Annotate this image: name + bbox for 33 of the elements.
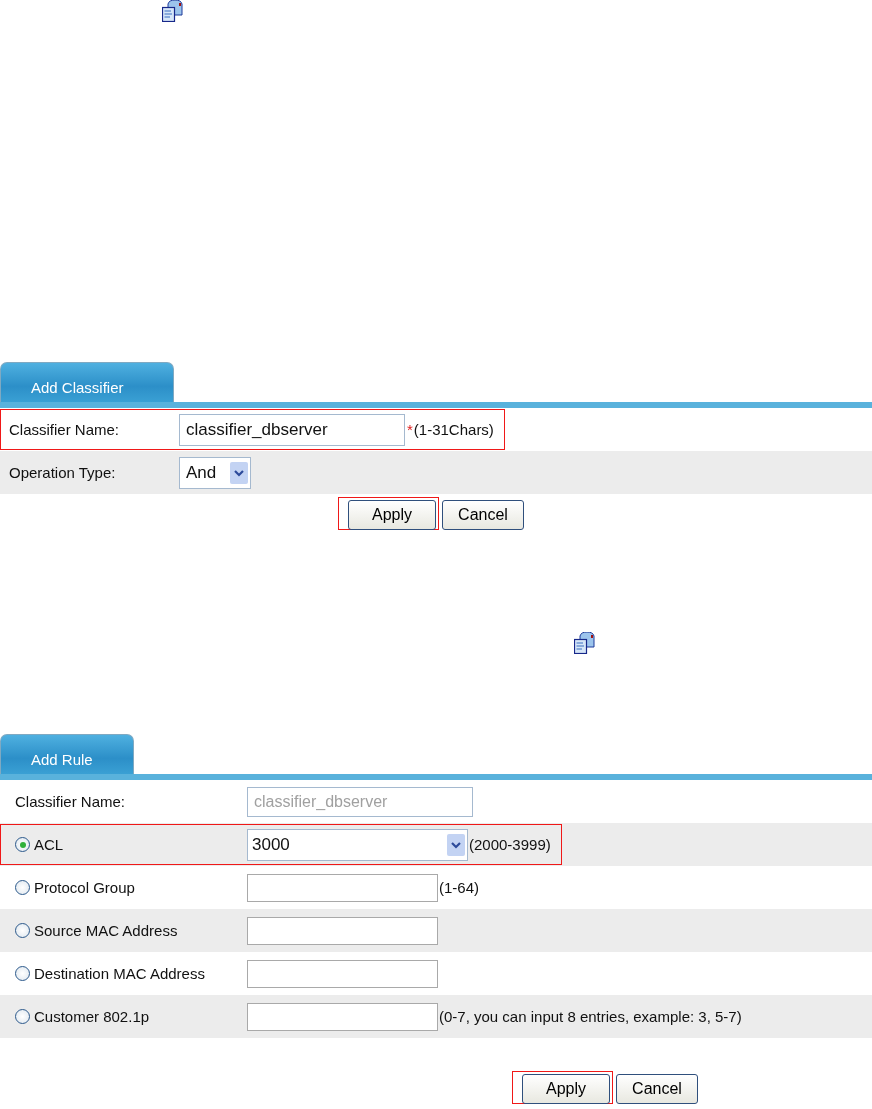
text-field[interactable] — [247, 916, 438, 945]
radio-button[interactable] — [15, 880, 30, 895]
text-field[interactable]: classifier_dbserver — [179, 413, 405, 446]
form-button[interactable]: Cancel — [442, 500, 524, 530]
field-label: ACL — [34, 836, 64, 853]
dropdown[interactable]: And — [179, 456, 251, 489]
chevron-down-icon — [230, 460, 248, 485]
network-document-icon[interactable] — [574, 632, 598, 654]
field-label: Destination MAC Address — [34, 965, 205, 982]
combo-field[interactable]: 3000 — [247, 828, 468, 861]
text-field[interactable] — [247, 959, 438, 988]
text-field[interactable] — [247, 873, 438, 902]
form-button[interactable]: Apply — [522, 1074, 610, 1104]
network-document-icon[interactable] — [162, 0, 186, 22]
chevron-down-icon — [447, 832, 465, 857]
hint-text: (1-31Chars) — [413, 421, 494, 438]
form-button[interactable]: Apply — [348, 500, 436, 530]
field-label: Operation Type: — [9, 464, 116, 481]
radio-button[interactable] — [15, 837, 30, 852]
text-field[interactable] — [247, 1002, 438, 1031]
radio-button[interactable] — [15, 923, 30, 938]
field-label: Classifier Name: — [9, 421, 120, 438]
radio-button[interactable] — [15, 1009, 30, 1024]
required-mark: * — [407, 421, 413, 438]
hint-text: (2000-3999) — [469, 836, 551, 853]
form-button[interactable]: Cancel — [616, 1074, 698, 1104]
field-label: Protocol Group — [34, 879, 135, 896]
hint-text: (1-64) — [439, 879, 479, 896]
field-label: Source MAC Address — [34, 922, 178, 939]
radio-button[interactable] — [15, 966, 30, 981]
field-label: Customer 802.1p — [34, 1008, 150, 1025]
hint-text: (0-7, you can input 8 entries, example: 3, 5-7) — [439, 1008, 742, 1025]
field-label: Classifier Name: — [15, 793, 126, 810]
